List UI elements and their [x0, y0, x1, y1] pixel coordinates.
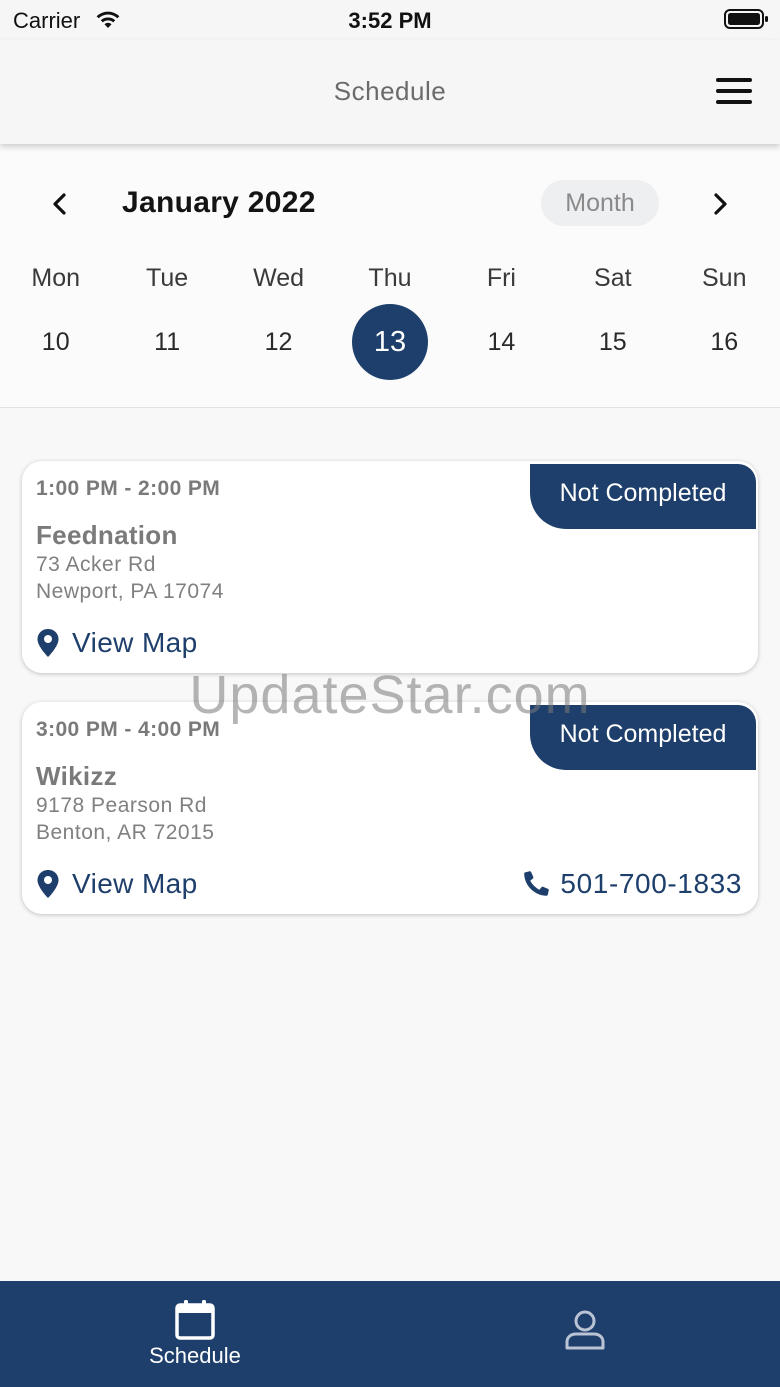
week-calendar: January 2022 Month Mon Tue Wed Thu Fri S… — [0, 144, 780, 408]
weekday-label: Mon — [31, 264, 81, 292]
date-number: 10 — [41, 328, 70, 356]
date-number: 12 — [264, 328, 293, 356]
date-cell[interactable]: 11 — [111, 304, 222, 380]
date-cell[interactable]: 12 — [223, 304, 334, 380]
weekday-label: Wed — [253, 264, 305, 292]
weekday-label: Sat — [594, 264, 632, 292]
tab-profile[interactable] — [390, 1281, 780, 1387]
menu-button[interactable] — [716, 78, 752, 104]
date-number: 15 — [598, 328, 627, 356]
phone-number: 501-700-1833 — [560, 868, 742, 899]
bottom-tab-bar: Schedule — [0, 1281, 780, 1387]
date-cell[interactable]: 14 — [446, 304, 557, 380]
status-badge[interactable]: Not Completed — [530, 464, 756, 529]
previous-week-button[interactable] — [44, 188, 76, 220]
chevron-right-icon — [714, 193, 727, 215]
weekday-header-row: Mon Tue Wed Thu Fri Sat Sun — [0, 264, 780, 293]
appointment-time: 3:00 PM - 4:00 PM — [36, 718, 221, 741]
view-map-link[interactable]: View Map — [36, 625, 198, 661]
map-pin-icon — [37, 629, 59, 657]
date-cell[interactable]: 16 — [669, 304, 780, 380]
date-cell[interactable]: 10 — [0, 304, 111, 380]
date-number: 16 — [710, 328, 739, 356]
user-icon — [565, 1310, 605, 1350]
address-line-2: Newport, PA 17074 — [36, 580, 224, 603]
date-row: 10 11 12 13 14 15 16 — [0, 304, 780, 380]
weekday-label: Thu — [368, 264, 412, 292]
calendar-icon — [175, 1300, 215, 1340]
date-number: 14 — [487, 328, 516, 356]
address-line-2: Benton, AR 72015 — [36, 821, 215, 844]
view-map-label: View Map — [72, 627, 198, 658]
phone-link[interactable]: 501-700-1833 — [524, 866, 742, 902]
view-map-label: View Map — [72, 868, 198, 899]
address-line-1: 73 Acker Rd — [36, 553, 156, 576]
map-pin-icon — [37, 870, 59, 898]
date-cell-selected[interactable]: 13 — [334, 304, 445, 380]
month-view-toggle[interactable]: Month — [541, 180, 659, 226]
view-map-link[interactable]: View Map — [36, 866, 198, 902]
hamburger-menu-icon — [716, 78, 752, 82]
appointment-time: 1:00 PM - 2:00 PM — [36, 477, 221, 500]
weekday-label: Sun — [702, 264, 747, 292]
weekday-label: Fri — [486, 264, 516, 292]
status-time: 3:52 PM — [348, 8, 432, 33]
address-line-1: 9178 Pearson Rd — [36, 794, 207, 817]
appointment-card[interactable]: 1:00 PM - 2:00 PM Not Completed Feednati… — [22, 461, 758, 673]
month-label: January 2022 — [122, 186, 316, 219]
chevron-left-icon — [53, 193, 66, 215]
navigation-bar: Schedule — [0, 40, 780, 144]
date-number: 13 — [351, 304, 428, 380]
battery-icon — [724, 8, 770, 35]
tab-schedule[interactable]: Schedule — [0, 1281, 390, 1387]
status-badge[interactable]: Not Completed — [530, 705, 756, 770]
appointment-card[interactable]: 3:00 PM - 4:00 PM Not Completed Wikizz 9… — [22, 702, 758, 914]
date-cell[interactable]: 15 — [557, 304, 668, 380]
next-week-button[interactable] — [704, 188, 736, 220]
phone-icon — [524, 871, 550, 896]
status-bar: Carrier 3:52 PM — [0, 0, 780, 40]
tab-schedule-label: Schedule — [149, 1343, 241, 1368]
date-number: 11 — [154, 328, 181, 356]
weekday-label: Tue — [146, 264, 189, 292]
page-title: Schedule — [333, 76, 447, 106]
customer-name: Wikizz — [36, 761, 118, 791]
customer-name: Feednation — [36, 520, 178, 550]
